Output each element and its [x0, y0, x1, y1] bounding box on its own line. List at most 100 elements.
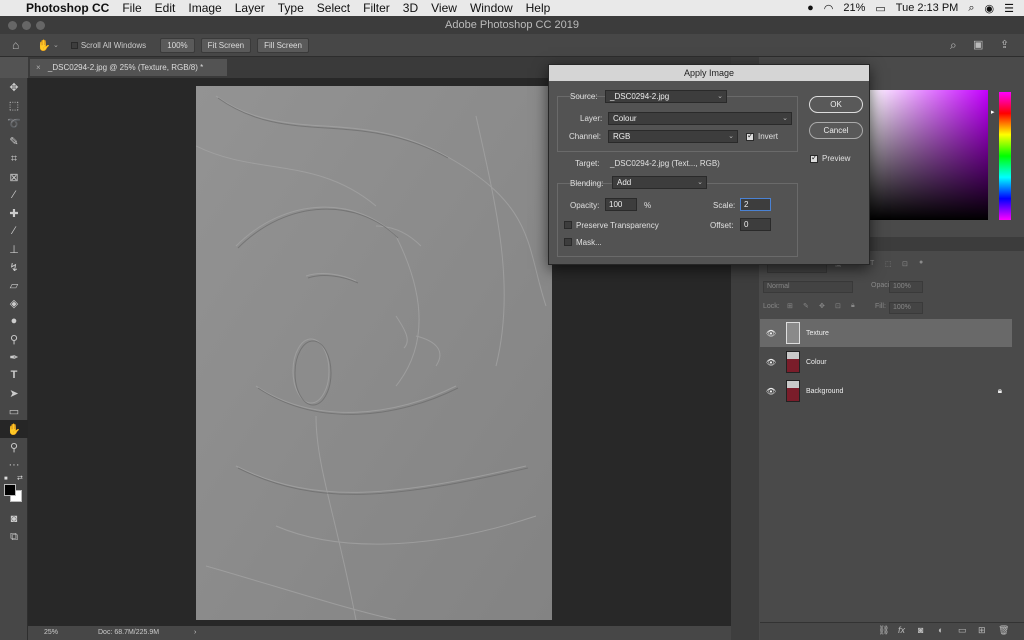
hand-tool-icon[interactable]: ✋ [0, 420, 28, 438]
cancel-button[interactable]: Cancel [809, 122, 863, 139]
quick-select-tool-icon[interactable]: ✎ [0, 132, 28, 150]
share-icon[interactable]: ⇪ [1000, 38, 1009, 51]
menu-type[interactable]: Type [278, 1, 304, 15]
creative-cloud-icon[interactable]: ● [807, 2, 814, 14]
layer-name[interactable]: Texture [806, 330, 829, 337]
scale-input[interactable]: 2 [740, 198, 771, 211]
dialog-title[interactable]: Apply Image [549, 65, 869, 81]
menu-select[interactable]: Select [317, 1, 350, 15]
lasso-tool-icon[interactable]: ➰ [0, 114, 28, 132]
menu-image[interactable]: Image [188, 1, 221, 15]
zoom-tool-icon[interactable]: ⚲ [0, 438, 28, 456]
minimize-window-button[interactable] [22, 21, 31, 30]
lock-position-icon[interactable]: ✥ [819, 302, 825, 310]
lock-artboard-icon[interactable]: ⊡ [835, 302, 841, 310]
close-window-button[interactable] [8, 21, 17, 30]
layer-blend-mode-select[interactable]: Normal [763, 281, 853, 293]
visibility-eye-icon[interactable]: 👁︎ [760, 329, 782, 338]
layer-row-background[interactable]: 👁︎ Background 🔒︎ [760, 377, 1012, 405]
marquee-tool-icon[interactable]: ⬚ [0, 96, 28, 114]
layer-select[interactable]: Colour ⌄ [608, 112, 792, 125]
new-group-icon[interactable]: ▭ [958, 625, 967, 636]
add-mask-icon[interactable]: ◙ [918, 625, 923, 635]
preview-checkbox[interactable] [810, 153, 818, 163]
menu-filter[interactable]: Filter [363, 1, 390, 15]
paint-bucket-tool-icon[interactable]: ◈ [0, 294, 28, 312]
menu-view[interactable]: View [431, 1, 457, 15]
clone-stamp-tool-icon[interactable]: ⊥ [0, 240, 28, 258]
delete-layer-icon[interactable]: 🗑︎ [998, 625, 1009, 636]
color-picker-field[interactable] [868, 90, 988, 220]
default-colors-icon[interactable]: ■ [4, 476, 8, 482]
close-tab-icon[interactable]: × [36, 63, 41, 72]
layer-name[interactable]: Background [806, 388, 843, 395]
foreground-color-swatch[interactable] [4, 484, 16, 496]
dodge-tool-icon[interactable]: ⚲ [0, 330, 28, 348]
notification-center-icon[interactable]: ☰ [1004, 2, 1014, 15]
crop-tool-icon[interactable]: ⌗ [0, 150, 28, 168]
filter-toggle-icon[interactable]: ● [919, 259, 923, 266]
menu-app-name[interactable]: Photoshop CC [26, 1, 109, 15]
menu-edit[interactable]: Edit [155, 1, 176, 15]
clock[interactable]: Tue 2:13 PM [896, 2, 959, 14]
visibility-eye-icon[interactable]: 👁︎ [760, 358, 782, 367]
type-tool-icon[interactable]: T [0, 366, 28, 384]
menu-layer[interactable]: Layer [235, 1, 265, 15]
blending-select[interactable]: Add ⌄ [612, 176, 707, 189]
move-tool-icon[interactable]: ✥ [0, 78, 28, 96]
fill-screen-button[interactable]: Fill Screen [257, 37, 309, 53]
visibility-eye-icon[interactable]: 👁︎ [760, 387, 782, 396]
frame-tool-icon[interactable]: ⊠ [0, 168, 28, 186]
new-layer-icon[interactable]: ⊞ [978, 625, 986, 636]
layer-style-icon[interactable]: fx [898, 625, 905, 635]
mask-checkbox[interactable] [564, 238, 572, 246]
fit-screen-button[interactable]: Fit Screen [200, 37, 252, 53]
quick-mask-icon[interactable]: ◙ [0, 510, 28, 528]
eraser-tool-icon[interactable]: ▱ [0, 276, 28, 294]
channel-select[interactable]: RGB ⌄ [608, 130, 738, 143]
lock-image-icon[interactable]: ✎ [803, 302, 809, 310]
hue-slider-handle-icon[interactable]: ▸ [991, 108, 995, 116]
swap-colors-icon[interactable]: ⇄ [17, 474, 23, 482]
layer-thumbnail[interactable] [786, 322, 800, 344]
zoom-window-button[interactable] [36, 21, 45, 30]
status-menu-arrow-icon[interactable]: › [194, 626, 196, 640]
more-tools-icon[interactable]: ··· [0, 456, 28, 474]
mask-label[interactable]: Mask... [576, 238, 602, 247]
adjustment-layer-icon[interactable]: ◐ [938, 625, 943, 635]
battery-icon[interactable]: ▭ [875, 2, 885, 15]
link-layers-icon[interactable]: ⛓ [878, 625, 889, 636]
rectangle-tool-icon[interactable]: ▭ [0, 402, 28, 420]
search-icon[interactable]: ⌕ [950, 38, 957, 53]
pen-tool-icon[interactable]: ✒ [0, 348, 28, 366]
siri-icon[interactable]: ◉ [985, 2, 995, 15]
zoom-level[interactable]: 25% [44, 626, 58, 640]
layer-name[interactable]: Colour [806, 359, 827, 366]
menu-file[interactable]: File [122, 1, 141, 15]
battery-percent[interactable]: 21% [843, 2, 865, 14]
shape-filter-icon[interactable]: ⬚ [885, 260, 892, 268]
menu-help[interactable]: Help [526, 1, 551, 15]
spotlight-icon[interactable]: ⌕ [968, 2, 974, 15]
wifi-icon[interactable]: ◠ [824, 2, 834, 15]
lock-all-icon[interactable]: 🔒︎ [851, 302, 855, 310]
home-icon[interactable]: ⌂ [12, 38, 19, 52]
menu-window[interactable]: Window [470, 1, 513, 15]
scroll-all-windows-checkbox[interactable] [70, 41, 78, 49]
healing-brush-tool-icon[interactable]: ✚ [0, 204, 28, 222]
hue-slider[interactable] [999, 92, 1011, 220]
invert-checkbox[interactable] [746, 131, 754, 141]
document-image[interactable] [196, 86, 552, 620]
smart-object-filter-icon[interactable]: ⊡ [902, 260, 908, 268]
screen-mode-icon[interactable]: ⧉ [0, 528, 28, 546]
history-brush-tool-icon[interactable]: ↯ [0, 258, 28, 276]
preserve-transparency-checkbox[interactable] [564, 221, 572, 229]
layer-opacity-value[interactable]: 100% [889, 281, 923, 293]
offset-input[interactable]: 0 [740, 218, 771, 231]
opacity-input[interactable]: 100 [605, 198, 637, 211]
fill-value[interactable]: 100% [889, 302, 923, 314]
workspace-icon[interactable]: ▣ [973, 38, 983, 51]
document-tab[interactable]: × _DSC0294-2.jpg @ 25% (Texture, RGB/8) … [30, 59, 228, 76]
eyedropper-tool-icon[interactable]: ⁄ [0, 186, 28, 204]
blur-tool-icon[interactable]: ● [0, 312, 28, 330]
